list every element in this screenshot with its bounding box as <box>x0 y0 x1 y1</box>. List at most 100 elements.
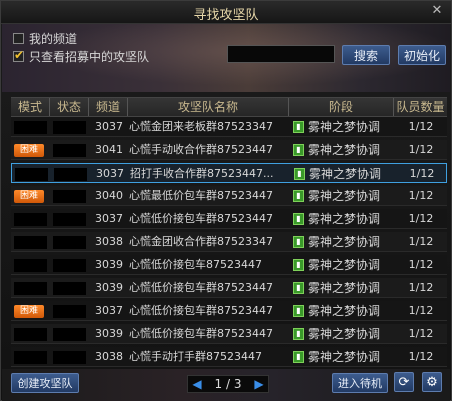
refresh-icon[interactable]: ⟳ <box>394 372 414 392</box>
my-channel-checkbox-row[interactable]: 我的频道 <box>13 30 77 47</box>
header-team-name[interactable]: 攻坚队名称 <box>128 99 288 115</box>
stage-status-icon: ▮ <box>294 168 305 180</box>
header-channel[interactable]: 频道 <box>89 99 127 115</box>
gear-icon[interactable]: ⚙ <box>422 372 442 392</box>
stage-status-icon: ▮ <box>293 305 304 317</box>
stage-status-icon: ▮ <box>293 121 304 133</box>
channel-cell: 3039 <box>95 327 123 340</box>
channel-cell: 3037 <box>95 212 123 225</box>
stage-status-icon: ▮ <box>293 190 304 202</box>
recruiting-only-checkbox-row[interactable]: 只查看招募中的攻坚队 <box>13 48 149 65</box>
channel-cell: 3040 <box>95 189 123 202</box>
close-icon[interactable]: ✕ <box>429 3 445 19</box>
my-channel-checkbox[interactable] <box>13 33 24 44</box>
member-count-cell: 1/12 <box>408 235 434 248</box>
stage-cell: 雾神之梦协调 <box>308 120 381 134</box>
team-name-cell: 心慌手动打手群87523447 <box>129 350 262 363</box>
table-row[interactable]: 3037 招打手收合作群87523447... ▮ 雾神之梦协调 1/12 <box>11 163 447 183</box>
table-row[interactable]: 困难 3040 心慌最低价包车群87523447 ▮ 雾神之梦协调 1/12 <box>11 186 447 206</box>
table-row[interactable]: 3039 心慌低价接包车群87523447 ▮ 雾神之梦协调 1/12 <box>11 324 447 344</box>
join-standby-button[interactable]: 进入待机 <box>332 373 388 393</box>
recruiting-only-label: 只查看招募中的攻坚队 <box>29 50 150 64</box>
member-count-cell: 1/12 <box>409 167 435 180</box>
table-row[interactable]: 3037 心慌低价接包车群87523447 ▮ 雾神之梦协调 1/12 <box>11 209 447 229</box>
team-name-cell: 心慌金团来老板群87523347 <box>129 120 273 133</box>
stage-cell: 雾神之梦协调 <box>308 258 381 272</box>
header-member-count[interactable]: 队员数量 <box>394 99 447 115</box>
stage-status-icon: ▮ <box>293 282 304 294</box>
status-cell <box>53 305 86 318</box>
table-header: 模式 状态 频道 攻坚队名称 阶段 队员数量 <box>11 97 447 117</box>
status-cell <box>53 144 86 157</box>
mode-cell <box>14 351 47 364</box>
stage-status-icon: ▮ <box>293 259 304 271</box>
stage-status-icon: ▮ <box>293 144 304 156</box>
recruiting-only-checkbox[interactable] <box>13 48 24 62</box>
status-cell <box>53 236 86 249</box>
stage-cell: 雾神之梦协调 <box>308 212 381 226</box>
prev-page-icon[interactable]: ◀ <box>190 376 204 392</box>
member-count-cell: 1/12 <box>408 143 434 156</box>
team-name-cell: 心慌低价接包车群87523447 <box>129 304 273 317</box>
stage-status-icon: ▮ <box>293 236 304 248</box>
channel-cell: 3037 <box>96 167 124 180</box>
channel-cell: 3038 <box>95 350 123 363</box>
status-cell <box>54 168 87 181</box>
mode-cell <box>14 236 47 249</box>
table-row[interactable]: 困难 3041 心慌手动收合作群87523447 ▮ 雾神之梦协调 1/12 <box>11 140 447 160</box>
channel-cell: 3039 <box>95 258 123 271</box>
member-count-cell: 1/12 <box>408 327 434 340</box>
mode-cell <box>14 213 47 226</box>
header-status[interactable]: 状态 <box>50 99 88 115</box>
member-count-cell: 1/12 <box>408 304 434 317</box>
status-cell <box>53 282 86 295</box>
page-indicator: 1 / 3 <box>214 377 242 391</box>
find-raid-team-window: 寻找攻坚队 ✕ 我的频道 只查看招募中的攻坚队 搜索 初始化 模式 状态 频道 … <box>0 0 452 401</box>
member-count-cell: 1/12 <box>408 281 434 294</box>
stage-status-icon: ▮ <box>293 213 304 225</box>
table-row[interactable]: 3038 心慌金团收合作群87523347 ▮ 雾神之梦协调 1/12 <box>11 232 447 252</box>
member-count-cell: 1/12 <box>408 350 434 363</box>
team-name-cell: 心慌低价接包车87523447 <box>129 258 262 271</box>
status-cell <box>53 351 86 364</box>
member-count-cell: 1/12 <box>408 120 434 133</box>
table-row[interactable]: 3039 心慌低价接包车群87523447 ▮ 雾神之梦协调 1/12 <box>11 278 447 298</box>
channel-cell: 3038 <box>95 235 123 248</box>
header-mode[interactable]: 模式 <box>11 99 49 115</box>
channel-cell: 3041 <box>95 143 123 156</box>
member-count-cell: 1/12 <box>408 258 434 271</box>
my-channel-label: 我的频道 <box>29 32 78 46</box>
table-row[interactable]: 3038 心慌手动打手群87523447 ▮ 雾神之梦协调 1/12 <box>11 347 447 367</box>
stage-cell: 雾神之梦协调 <box>308 350 381 364</box>
mode-cell <box>14 282 47 295</box>
status-cell <box>53 190 86 203</box>
channel-cell: 3037 <box>95 304 123 317</box>
stage-cell: 雾神之梦协调 <box>309 167 382 181</box>
stage-cell: 雾神之梦协调 <box>308 304 381 318</box>
team-name-cell: 招打手收合作群87523447... <box>130 167 274 180</box>
stage-cell: 雾神之梦协调 <box>308 143 381 157</box>
stage-status-icon: ▮ <box>293 351 304 363</box>
status-cell <box>53 328 86 341</box>
window-title: 寻找攻坚队 <box>193 8 259 23</box>
team-name-cell: 心慌低价接包车群87523447 <box>129 212 273 225</box>
status-cell <box>53 213 86 226</box>
status-cell <box>53 121 86 134</box>
search-input[interactable] <box>227 45 335 63</box>
pagination: ◀ 1 / 3 ▶ <box>187 375 269 393</box>
create-raid-team-button[interactable]: 创建攻坚队 <box>11 373 79 393</box>
reset-button[interactable]: 初始化 <box>398 45 446 65</box>
stage-status-icon: ▮ <box>293 328 304 340</box>
search-button[interactable]: 搜索 <box>342 45 390 65</box>
team-name-cell: 心慌最低价包车群87523447 <box>129 189 273 202</box>
next-page-icon[interactable]: ▶ <box>252 376 266 392</box>
member-count-cell: 1/12 <box>408 212 434 225</box>
mode-cell <box>15 168 48 181</box>
table-row[interactable]: 3037 心慌金团来老板群87523347 ▮ 雾神之梦协调 1/12 <box>11 117 447 137</box>
table-row[interactable]: 3039 心慌低价接包车87523447 ▮ 雾神之梦协调 1/12 <box>11 255 447 275</box>
header-stage[interactable]: 阶段 <box>289 99 393 115</box>
mode-badge: 困难 <box>14 144 44 157</box>
title-bar[interactable]: 寻找攻坚队 ✕ <box>1 1 451 24</box>
table-row[interactable]: 困难 3037 心慌低价接包车群87523447 ▮ 雾神之梦协调 1/12 <box>11 301 447 321</box>
mode-badge: 困难 <box>14 190 44 203</box>
